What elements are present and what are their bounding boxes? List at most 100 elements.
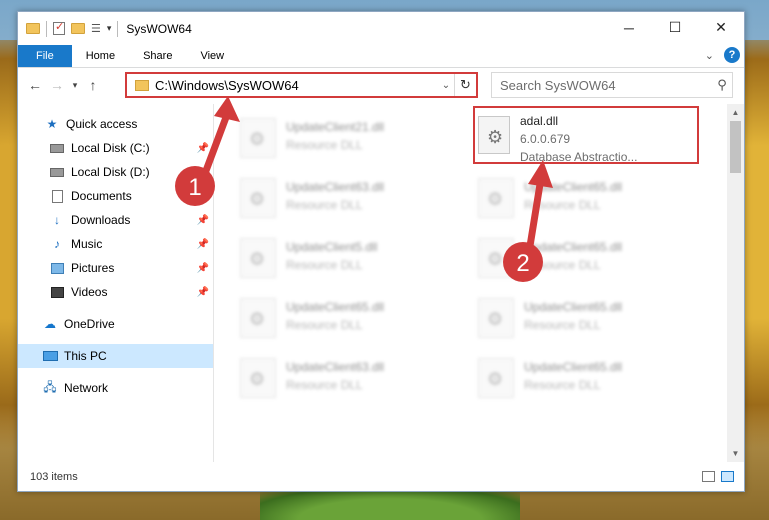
search-icon[interactable]: ⚲ — [712, 77, 732, 93]
scrollbar-thumb[interactable] — [730, 121, 741, 173]
sidebar-item-local-disk-c[interactable]: Local Disk (C:) 📌 — [18, 136, 213, 160]
file-type: Resource DLL — [286, 378, 363, 392]
pin-icon[interactable]: 📌 — [197, 239, 209, 250]
file-name: UpdateClient63.dll — [286, 360, 385, 374]
background-grass — [260, 490, 520, 520]
sidebar-item-onedrive[interactable]: ☁ OneDrive — [18, 312, 213, 336]
sidebar-item-local-disk-d[interactable]: Local Disk (D:) — [18, 160, 213, 184]
list-item[interactable]: UpdateClient65.dll Resource DLL — [478, 172, 716, 232]
folder-icon — [135, 79, 149, 91]
sidebar-item-music[interactable]: ♪ Music 📌 — [18, 232, 213, 256]
file-name: UpdateClient21.dll — [286, 120, 385, 134]
dll-file-icon — [240, 238, 276, 278]
sidebar-item-label: This PC — [64, 349, 107, 363]
view-switcher — [702, 471, 734, 482]
documents-icon — [49, 189, 65, 203]
view-options-icon[interactable]: ☰ — [91, 22, 101, 35]
file-name: UpdateClient65.dll — [286, 300, 385, 314]
vertical-scrollbar[interactable]: ▲ ▼ — [727, 104, 744, 462]
new-folder-icon[interactable] — [71, 23, 85, 34]
list-item[interactable]: UpdateClient63.dll Resource DLL — [240, 352, 478, 412]
sidebar-item-label: OneDrive — [64, 317, 115, 331]
toolbar-divider — [46, 20, 47, 37]
pin-icon[interactable]: 📌 — [197, 215, 209, 226]
file-name: UpdateClient65.dll — [524, 240, 623, 254]
list-item-adal-dll[interactable]: adal.dll 6.0.0.679 Database Abstractio..… — [473, 106, 716, 172]
details-view-icon[interactable] — [702, 471, 715, 482]
sidebar-item-label: Downloads — [71, 213, 131, 227]
address-row: ← → ▾ ↑ C:\Windows\SysWOW64 ⌄ ↻ ⚲ — [18, 68, 744, 102]
folder-icon[interactable] — [26, 23, 40, 34]
sidebar-item-videos[interactable]: Videos 📌 — [18, 280, 213, 304]
address-bar[interactable]: C:\Windows\SysWOW64 ⌄ ↻ — [125, 72, 478, 98]
background-foliage-right — [741, 40, 769, 520]
window-controls: ─ ☐ ✕ — [606, 12, 744, 43]
sidebar-item-label: Pictures — [71, 261, 115, 275]
address-path[interactable]: C:\Windows\SysWOW64 — [155, 78, 438, 93]
file-grid: UpdateClient21.dll Resource DLL adal.dll … — [240, 106, 716, 412]
tab-share[interactable]: Share — [129, 45, 186, 67]
up-arrow-icon[interactable]: ↑ — [82, 77, 104, 93]
refresh-icon[interactable]: ↻ — [454, 74, 476, 96]
file-name: UpdateClient65.dll — [524, 300, 623, 314]
sidebar-item-label: Local Disk (C:) — [71, 141, 150, 155]
dll-file-icon — [478, 116, 510, 154]
file-type: Resource DLL — [286, 258, 363, 272]
hard-drive-icon — [49, 141, 65, 155]
sidebar-item-quick-access[interactable]: ★ Quick access — [18, 112, 213, 136]
sidebar-item-label: Local Disk (D:) — [71, 165, 150, 179]
file-name: UpdateClient65.dll — [524, 360, 623, 374]
sidebar-item-label: Music — [71, 237, 103, 251]
search-box[interactable]: ⚲ — [491, 72, 733, 98]
list-item[interactable]: UpdateClient65.dll Resource DLL — [478, 352, 716, 412]
dll-file-icon — [240, 358, 276, 398]
sidebar-item-network[interactable]: 🖧 Network — [18, 376, 213, 400]
scroll-up-icon[interactable]: ▲ — [727, 104, 744, 121]
search-input[interactable] — [500, 77, 712, 93]
properties-check-icon[interactable] — [53, 20, 65, 35]
download-arrow-icon: ↓ — [54, 213, 60, 227]
tab-home[interactable]: Home — [72, 45, 129, 67]
file-type: Resource DLL — [524, 378, 601, 392]
file-explorer-window: ☰ ▾ SysWOW64 ─ ☐ ✕ File Home Share View … — [17, 11, 745, 492]
sidebar-item-this-pc[interactable]: This PC — [18, 344, 213, 368]
help-icon[interactable]: ? — [724, 47, 740, 63]
chevron-down-icon[interactable]: ▾ — [107, 23, 112, 34]
back-arrow-icon[interactable]: ← — [24, 77, 46, 93]
sidebar-item-documents[interactable]: Documents — [18, 184, 213, 208]
quick-access-toolbar: ☰ ▾ — [18, 20, 119, 37]
close-button[interactable]: ✕ — [698, 12, 744, 43]
tab-file[interactable]: File — [18, 45, 72, 67]
scroll-down-icon[interactable]: ▼ — [727, 445, 744, 462]
sidebar-item-downloads[interactable]: ↓ Downloads 📌 — [18, 208, 213, 232]
pin-icon[interactable]: 📌 — [197, 263, 209, 274]
maximize-button[interactable]: ☐ — [652, 12, 698, 43]
dll-file-icon — [240, 118, 276, 158]
file-name: UpdateClient63.dll — [286, 180, 385, 194]
address-history-chevron-icon[interactable]: ⌄ — [438, 80, 454, 91]
file-type: Resource DLL — [286, 138, 363, 152]
ribbon-tabs: File Home Share View ⌄ ? — [18, 45, 744, 68]
recent-locations-chevron-icon[interactable]: ▾ — [68, 80, 82, 91]
tab-view[interactable]: View — [186, 45, 238, 67]
pin-icon[interactable]: 📌 — [197, 143, 209, 154]
navigation-pane: ★ Quick access Local Disk (C:) 📌 Local D… — [18, 104, 214, 462]
dll-file-icon — [240, 298, 276, 338]
list-item[interactable]: UpdateClient65.dll Resource DLL — [478, 292, 716, 352]
sidebar-item-label: Quick access — [66, 117, 138, 131]
list-item[interactable]: UpdateClient21.dll Resource DLL — [240, 112, 478, 172]
minimize-button[interactable]: ─ — [606, 12, 652, 43]
file-type: Resource DLL — [524, 198, 601, 212]
expand-ribbon-chevron-icon[interactable]: ⌄ — [705, 49, 714, 62]
pin-icon[interactable]: 📌 — [197, 287, 209, 298]
list-item[interactable]: UpdateClient65.dll Resource DLL — [478, 232, 716, 292]
forward-arrow-icon[interactable]: → — [46, 77, 68, 93]
sidebar-item-pictures[interactable]: Pictures 📌 — [18, 256, 213, 280]
list-item[interactable]: UpdateClient5.dll Resource DLL — [240, 232, 478, 292]
file-type: Resource DLL — [524, 258, 601, 272]
list-item[interactable]: UpdateClient63.dll Resource DLL — [240, 172, 478, 232]
large-icons-view-icon[interactable] — [721, 471, 734, 482]
videos-icon — [49, 285, 65, 299]
list-item[interactable]: UpdateClient65.dll Resource DLL — [240, 292, 478, 352]
music-note-icon: ♪ — [54, 237, 60, 251]
